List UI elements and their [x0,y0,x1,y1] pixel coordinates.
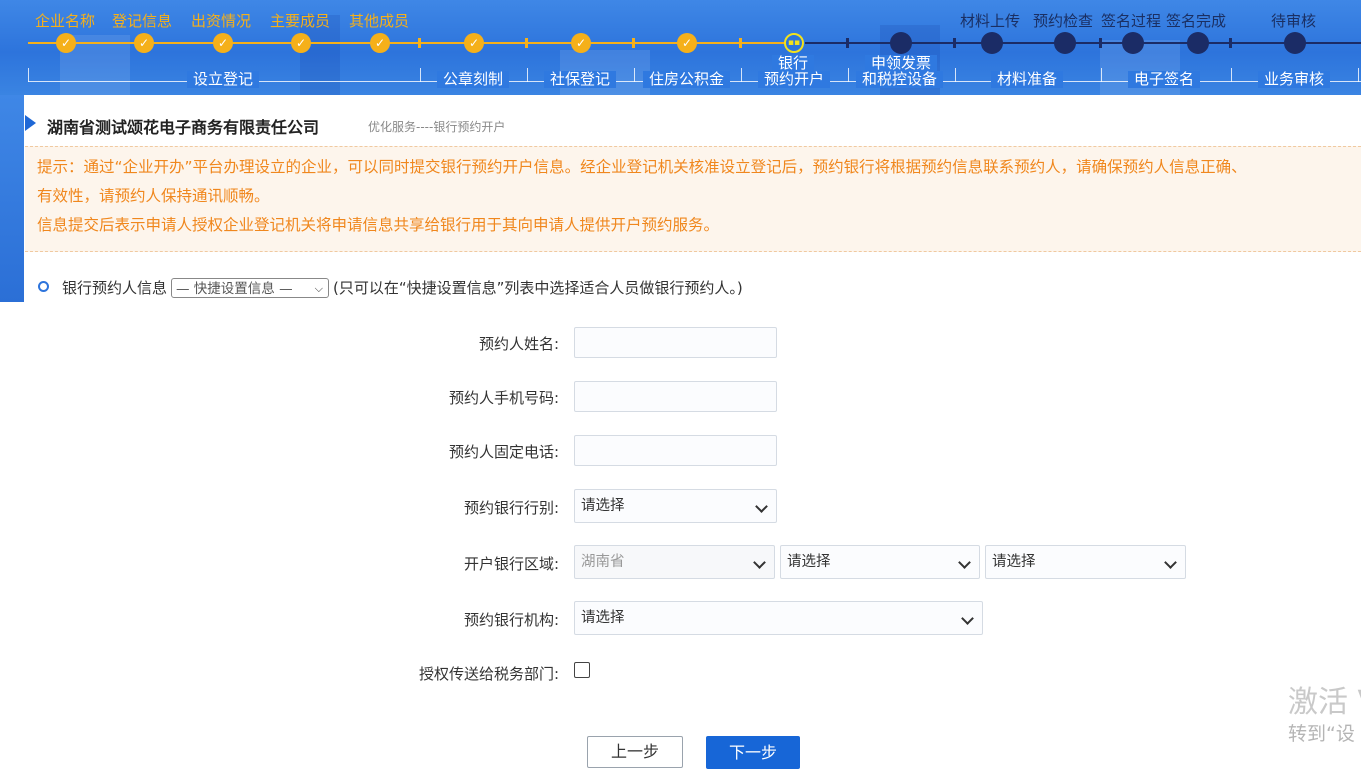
group-label-review: 业务审核 [1258,71,1331,88]
pending-step-node [981,32,1003,54]
group-separator [848,68,849,82]
check-icon: ✓ [370,33,390,53]
group-separator [1358,68,1359,82]
contact-phone-input[interactable] [574,435,777,466]
region-city-select[interactable]: 请选择 [780,545,980,579]
step-label: 企业名称 [35,12,96,30]
progress-tick [1229,38,1232,48]
chevron-down-icon: ⌵ [314,281,324,295]
step-label: 签名完成 [1166,12,1227,30]
pending-step-node [1122,32,1144,54]
group-separator [634,68,635,82]
progress-tick [418,38,421,48]
next-step-button[interactable]: 下一步 [706,736,800,769]
group-label-seal: 公章刻制 [437,71,510,88]
group-label-invoice: 和税控设备 [856,71,944,88]
contact-mobile-label: 预约人手机号码: [448,389,559,407]
group-separator [955,68,956,82]
notice-text: 提示：通过“企业开办”平台办理设立的企业，可以同时提交银行预约开户信息。经企业登… [37,158,1247,176]
bank-region-label: 开户银行区域: [463,555,559,573]
progress-tick [739,38,742,48]
group-label-materials: 材料准备 [991,71,1064,88]
check-icon: ✓ [213,33,233,53]
group-separator [741,68,742,82]
check-icon: ✓ [677,33,697,53]
current-step-icon: ▪▪ [784,33,804,53]
check-icon: ✓ [134,33,154,53]
progress-tick [632,38,635,48]
group-label-esign: 电子签名 [1128,71,1201,88]
contact-label: 银行预约人信息 [62,279,168,297]
contact-name-label: 预约人姓名: [478,335,559,353]
group-label-setup: 设立登记 [187,71,260,88]
pending-step-node [1187,32,1209,54]
region-province-select[interactable]: 湖南省 [574,545,775,579]
bank-type-value: 请选择 [581,498,625,514]
check-icon: ✓ [56,33,76,53]
check-icon: ✓ [464,33,484,53]
prev-step-button[interactable]: 上一步 [587,736,683,768]
progress-track-todo [805,42,1361,44]
bank-branch-select[interactable]: 请选择 [574,601,983,635]
region-district-value: 请选择 [992,554,1036,570]
step-label: 主要成员 [270,12,331,30]
check-icon: ✓ [291,33,311,53]
notice-box: 提示：通过“企业开办”平台办理设立的企业，可以同时提交银行预约开户信息。经企业登… [25,146,1361,252]
bank-type-label: 预约银行行别: [463,499,559,517]
group-label-social-security: 社保登记 [544,71,617,88]
group-separator [527,68,528,82]
chevron-down-icon [753,556,766,569]
step-label: 待审核 [1271,12,1317,30]
region-province-value: 湖南省 [581,554,625,570]
activation-watermark: 激活 V [1288,685,1361,720]
notice-text: 信息提交后表示申请人授权企业登记机关将申请信息共享给银行用于其向申请人提供开户预… [37,216,720,234]
pending-step-node [1054,32,1076,54]
bullet-icon [38,281,49,292]
group-separator [28,68,29,82]
contact-row: 银行预约人信息 — 快捷设置信息 — ⌵ (只可以在“快捷设置信息”列表中选择适合人员… [38,277,743,299]
group-label-bank: 预约开户 [758,71,831,88]
group-separator [420,68,421,82]
bank-branch-value: 请选择 [581,610,625,626]
chevron-down-icon [755,500,768,513]
group-separator [1101,68,1102,82]
activation-watermark: 转到“设 [1288,723,1355,745]
step-label: 材料上传 [960,12,1021,30]
bank-branch-label: 预约银行机构: [463,611,559,629]
step-label: 预约检查 [1033,12,1094,30]
step-label: 签名过程 [1101,12,1162,30]
progress-tick [525,38,528,48]
region-district-select[interactable]: 请选择 [985,545,1186,579]
region-city-value: 请选择 [787,554,831,570]
step-label: 其他成员 [349,12,410,30]
progress-tick [1099,38,1102,48]
progress-banner: 企业名称 登记信息 出资情况 主要成员 其他成员 材料上传 预约检查 签名过程 … [0,0,1361,95]
step-label: 出资情况 [191,12,252,30]
contact-phone-label: 预约人固定电话: [448,443,559,461]
chevron-down-icon [958,556,971,569]
tax-auth-checkbox[interactable] [574,662,590,678]
contact-name-input[interactable] [574,327,777,358]
quick-setting-select[interactable]: — 快捷设置信息 — ⌵ [171,277,330,298]
left-decoration [0,95,24,302]
bank-type-select[interactable]: 请选择 [574,489,777,523]
title-marker-icon [25,115,36,131]
step-label: 登记信息 [112,12,173,30]
contact-hint: (只可以在“快捷设置信息”列表中选择适合人员做银行预约人。) [333,279,743,297]
pending-step-node [890,32,912,54]
progress-tick [846,38,849,48]
contact-mobile-input[interactable] [574,381,777,412]
company-subtitle: 优化服务----银行预约开户 [368,120,506,134]
company-name: 湖南省测试颂花电子商务有限责任公司 [47,118,320,137]
group-separator [1231,68,1232,82]
chevron-down-icon [1164,556,1177,569]
chevron-down-icon [961,612,974,625]
notice-text: 有效性，请预约人保持通讯顺畅。 [37,187,270,205]
quick-setting-value: — 快捷设置信息 — [176,280,293,297]
tax-auth-label: 授权传送给税务部门: [418,665,559,683]
group-label-housing-fund: 住房公积金 [643,71,731,88]
check-icon: ✓ [571,33,591,53]
progress-tick [953,38,956,48]
pending-step-node [1284,32,1306,54]
